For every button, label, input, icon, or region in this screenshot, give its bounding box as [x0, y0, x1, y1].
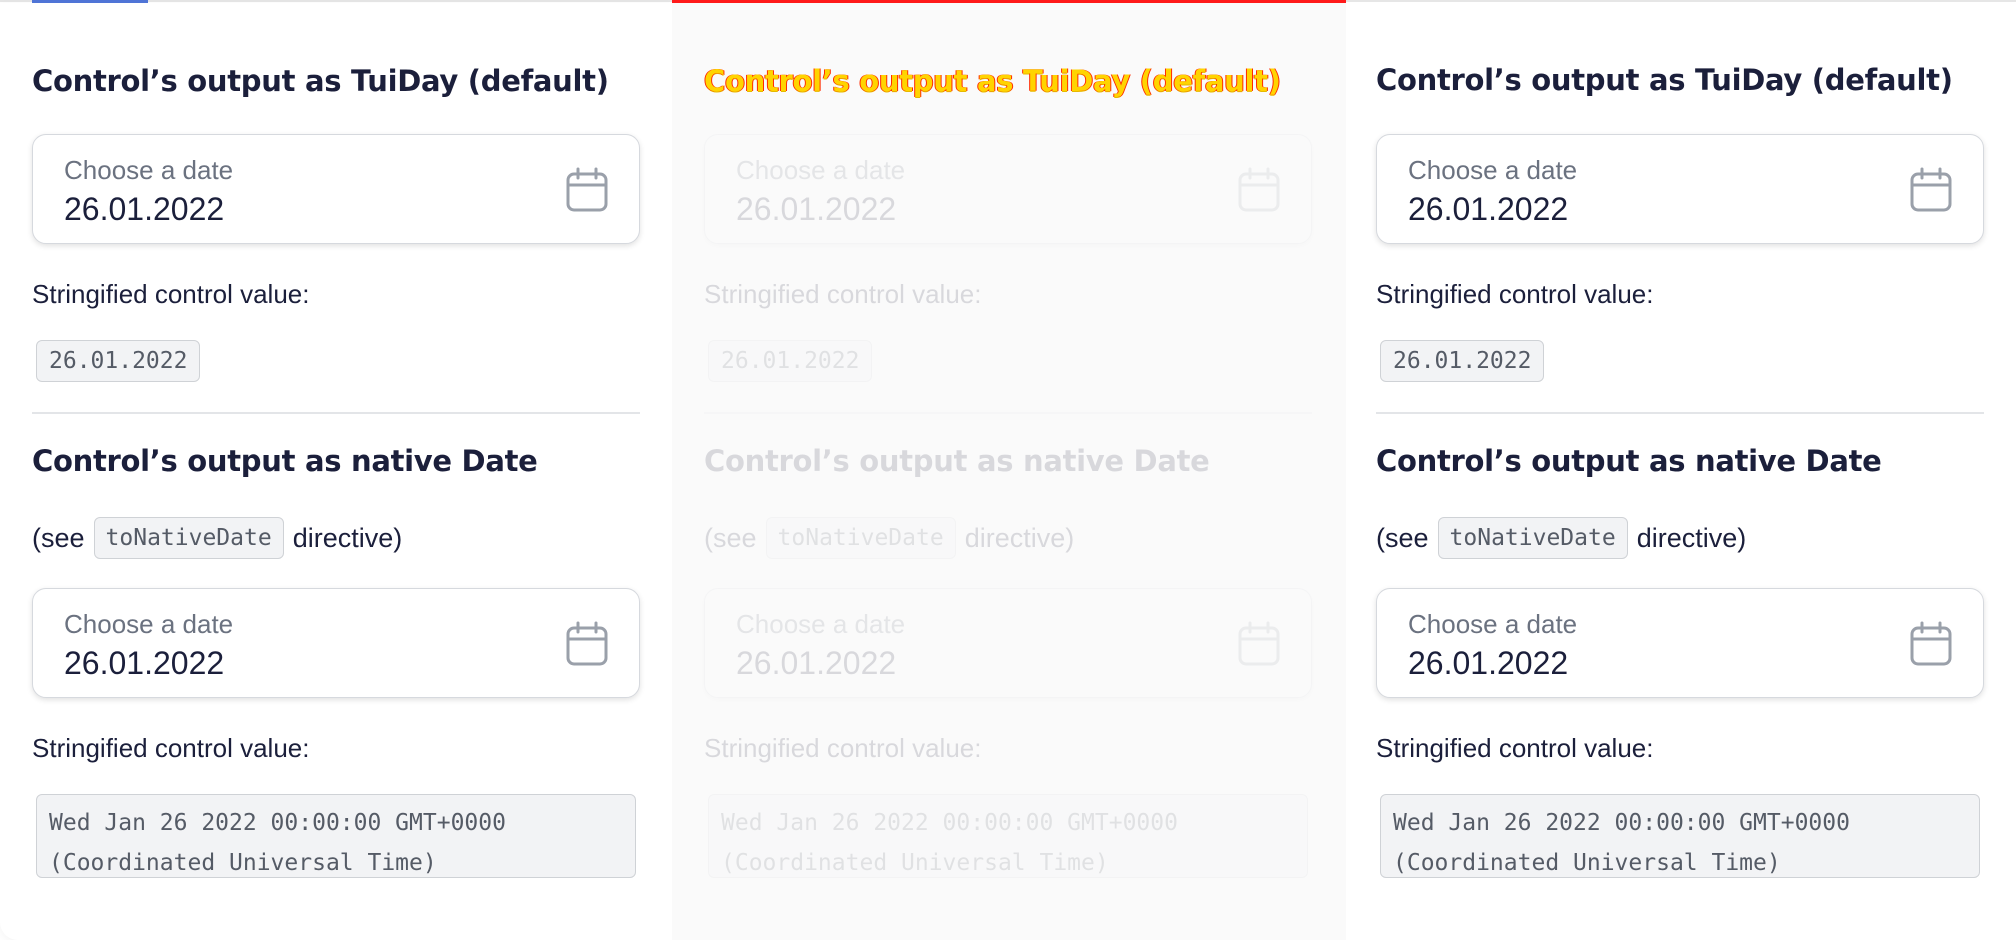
stringified-date-value: Wed Jan 26 2022 00:00:00 GMT+0000 (Coord… [36, 794, 636, 878]
date-input-tuiday[interactable]: Choose a date 26.01.2022 [32, 134, 640, 244]
diff-view: Control’s output as TuiDay (default) Cho… [0, 0, 2016, 940]
directive-code: toNativeDate [1437, 517, 1628, 559]
date-input-value: 26.01.2022 [736, 645, 897, 681]
directive-code: toNativeDate [93, 517, 284, 559]
directive-note-suffix: directive) [1636, 522, 1747, 553]
date-input-value: 26.01.2022 [64, 191, 225, 227]
stringified-date-value: Wed Jan 26 2022 00:00:00 GMT+0000 (Coord… [1380, 794, 1980, 878]
active-tab-indicator [32, 0, 148, 3]
stringified-label: Stringified control value: [32, 733, 310, 763]
stringified-date-value: Wed Jan 26 2022 00:00:00 GMT+0000 (Coord… [708, 794, 1308, 878]
date-input-native[interactable]: Choose a date 26.01.2022 [1376, 588, 1984, 698]
directive-note: (see toNativeDate directive) [704, 516, 1074, 560]
directive-note-prefix: (see [1376, 522, 1429, 553]
stringified-value: 26.01.2022 [36, 340, 201, 382]
calendar-icon[interactable] [1909, 167, 1953, 213]
date-input-value: 26.01.2022 [736, 191, 897, 227]
section-title-native-date: Control’s output as native Date [704, 444, 1210, 478]
directive-note-prefix: (see [32, 522, 85, 553]
directive-note-suffix: directive) [292, 522, 403, 553]
directive-note-suffix: directive) [964, 522, 1075, 553]
calendar-icon[interactable] [565, 621, 609, 667]
section-title-tuiday: Control’s output as TuiDay (default) [1376, 63, 1953, 97]
directive-code: toNativeDate [765, 517, 956, 559]
stringified-label: Stringified control value: [32, 279, 310, 309]
date-input-value: 26.01.2022 [1408, 191, 1569, 227]
section-divider [704, 412, 1312, 414]
diff-overlay-title: Control’s output as TuiDay (default) [704, 64, 1281, 98]
date-input-label: Choose a date [64, 155, 234, 185]
calendar-icon[interactable] [1237, 621, 1281, 667]
stringified-label: Stringified control value: [704, 279, 982, 309]
stringified-label: Stringified control value: [704, 733, 982, 763]
calendar-icon[interactable] [1909, 621, 1953, 667]
calendar-icon[interactable] [565, 167, 609, 213]
section-title-tuiday: Control’s output as TuiDay (default) [32, 64, 609, 98]
section-title-native-date: Control’s output as native Date [1376, 444, 1882, 478]
date-input-label: Choose a date [64, 609, 234, 639]
date-input-label: Choose a date [1408, 155, 1578, 185]
date-input-tuiday[interactable]: Choose a date 26.01.2022 [704, 134, 1312, 244]
date-input-native[interactable]: Choose a date 26.01.2022 [704, 588, 1312, 698]
section-title-native-date: Control’s output as native Date [32, 444, 538, 478]
date-input-label: Choose a date [736, 155, 906, 185]
stringified-value: 26.01.2022 [708, 340, 873, 382]
directive-note: (see toNativeDate directive) [32, 516, 402, 560]
stringified-label: Stringified control value: [1376, 279, 1654, 309]
calendar-icon[interactable] [1237, 167, 1281, 213]
section-divider [1376, 412, 1984, 414]
directive-note: (see toNativeDate directive) [1376, 516, 1746, 560]
section-divider [32, 412, 640, 414]
date-input-label: Choose a date [1408, 609, 1578, 639]
date-input-value: 26.01.2022 [1408, 645, 1569, 681]
directive-note-prefix: (see [704, 522, 757, 553]
stringified-value: 26.01.2022 [1380, 340, 1545, 382]
date-input-native[interactable]: Choose a date 26.01.2022 [32, 588, 640, 698]
diff-highlight-line [672, 0, 1346, 3]
stringified-label: Stringified control value: [1376, 733, 1654, 763]
date-input-value: 26.01.2022 [64, 645, 225, 681]
date-input-label: Choose a date [736, 609, 906, 639]
date-input-tuiday[interactable]: Choose a date 26.01.2022 [1376, 134, 1984, 244]
